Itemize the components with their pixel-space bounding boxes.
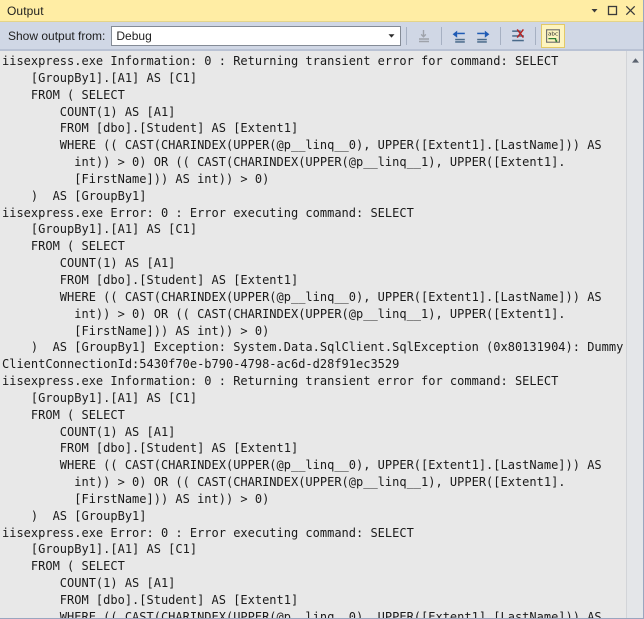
show-output-from-label: Show output from: — [8, 28, 106, 43]
output-source-value: Debug — [116, 28, 152, 43]
window-controls — [586, 2, 639, 20]
output-text: iisexpress.exe Information: 0 : Returnin… — [2, 54, 624, 618]
close-button[interactable] — [622, 2, 639, 20]
scrollbar-track[interactable] — [627, 68, 644, 618]
output-pane: iisexpress.exe Information: 0 : Returnin… — [0, 50, 643, 618]
window-titlebar: Output — [0, 0, 643, 22]
output-text-area[interactable]: iisexpress.exe Information: 0 : Returnin… — [0, 51, 626, 618]
svg-text:abc: abc — [548, 31, 558, 37]
maximize-button[interactable] — [604, 2, 621, 20]
output-toolbar: Show output from: Debug abc — [0, 22, 643, 50]
chevron-down-icon — [383, 27, 400, 45]
find-message-in-code-icon — [416, 28, 432, 44]
toolbar-separator — [406, 26, 408, 45]
output-source-select[interactable]: Debug — [111, 25, 402, 46]
clear-all-button[interactable] — [506, 24, 530, 48]
go-to-next-message-button[interactable] — [471, 24, 495, 48]
arrow-right-message-icon — [475, 28, 491, 44]
go-to-previous-message-button[interactable] — [447, 24, 471, 48]
toolbar-separator — [500, 26, 502, 45]
triangle-up-icon — [631, 51, 640, 69]
arrow-left-message-icon — [451, 28, 467, 44]
scroll-up-button[interactable] — [627, 51, 644, 68]
page-title: Output — [7, 3, 44, 18]
vertical-scrollbar[interactable] — [626, 51, 643, 618]
toolbar-separator — [535, 26, 537, 45]
window-menu-dropdown[interactable] — [586, 2, 603, 20]
toolbar-separator — [441, 26, 443, 45]
toggle-word-wrap-button[interactable]: abc — [541, 23, 566, 48]
output-tool-window: Output Show output from: Debug abc iisex… — [0, 0, 644, 619]
find-message-in-code-button[interactable] — [412, 24, 436, 48]
word-wrap-icon: abc — [545, 28, 561, 44]
clear-all-icon — [510, 28, 526, 44]
